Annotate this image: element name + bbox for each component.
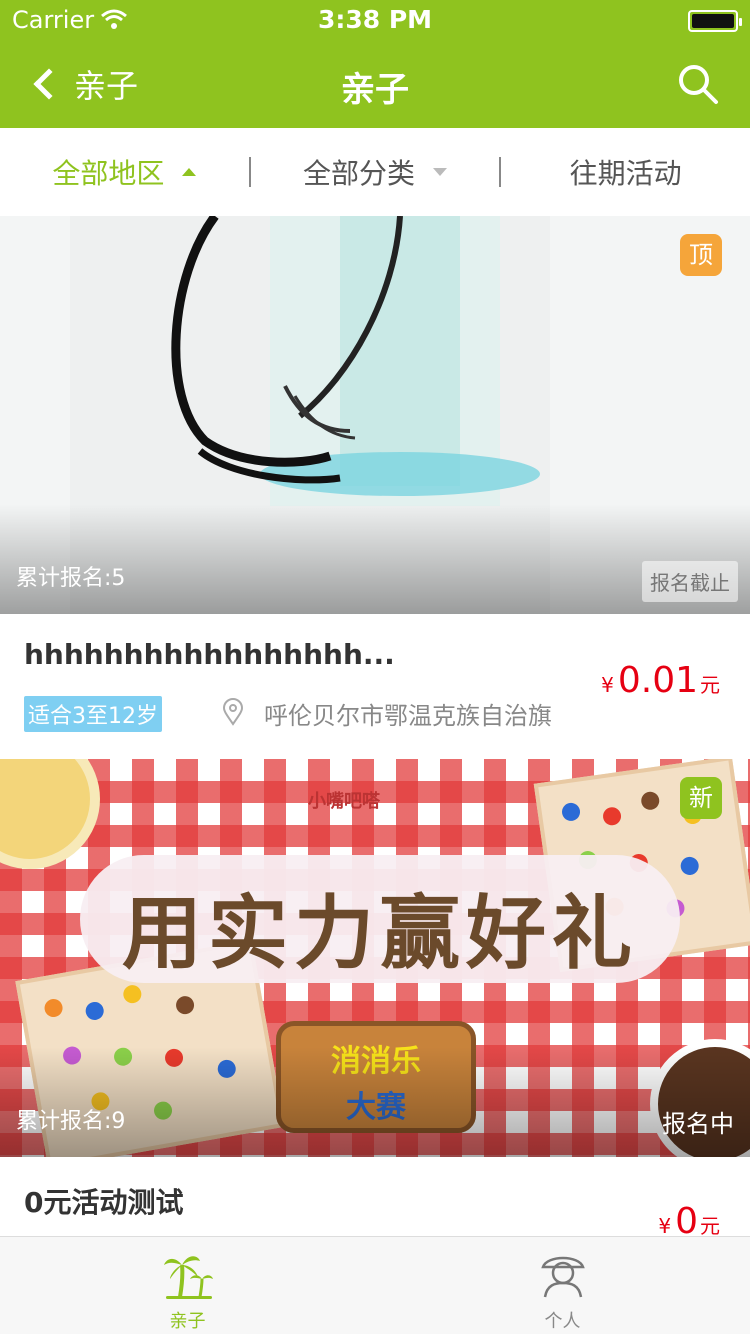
signup-count: 累计报名:9: [16, 1109, 126, 1134]
age-tag: 适合3至12岁: [24, 696, 162, 732]
image-headline: 用实力赢好礼: [122, 887, 638, 980]
brand-logo: 小嘴吧嗒: [308, 791, 380, 812]
filter-region-label: 全部地区: [52, 157, 165, 190]
tab-label: 个人: [544, 1311, 581, 1332]
tab-bar: 亲子 个人: [0, 1236, 750, 1334]
activity-card-image[interactable]: 小嘴吧嗒 用实力赢好礼 消消乐 大赛 新 累计报名:9 报名中: [0, 759, 750, 1157]
filter-past-events[interactable]: 往期活动: [501, 128, 750, 216]
filter-category[interactable]: 全部分类: [251, 128, 500, 216]
price-currency: ¥: [658, 1214, 672, 1238]
nav-bar: 亲子 亲子: [0, 40, 750, 128]
price-unit: 元: [700, 1214, 720, 1238]
tab-parent-child[interactable]: 亲子: [0, 1237, 375, 1334]
activity-card-image[interactable]: 顶 累计报名:5 报名截止: [0, 216, 750, 614]
status-time: 3:38 PM: [317, 5, 433, 34]
activity-card-info[interactable]: 0元活动测试 ¥ 0 元: [0, 1157, 750, 1242]
battery-icon: [688, 10, 742, 32]
filter-past-events-label: 往期活动: [569, 157, 682, 190]
activity-card-info[interactable]: hhhhhhhhhhhhhhhhh... 适合3至12岁 呼伦贝尔市鄂温克族自治…: [0, 614, 750, 759]
image-shade: [0, 504, 750, 614]
tab-label: 亲子: [169, 1311, 206, 1332]
page-title: 亲子: [341, 70, 409, 110]
price-currency: ¥: [601, 673, 614, 697]
triangle-down-icon: [433, 168, 448, 176]
triangle-up-icon: [182, 168, 197, 176]
filter-bar: 全部地区 全部分类 往期活动: [0, 128, 750, 216]
search-icon: [679, 65, 718, 104]
price-amount: 0.01: [617, 660, 698, 701]
status-badge: 报名截止: [642, 561, 738, 602]
signup-count: 累计报名:5: [16, 566, 126, 591]
image-shade: [0, 1047, 750, 1157]
activity-price: ¥ 0.01 元: [601, 660, 720, 701]
location-pin-icon: [222, 698, 244, 730]
filter-category-label: 全部分类: [303, 157, 416, 190]
price-unit: 元: [700, 673, 720, 697]
activity-title: hhhhhhhhhhhhhhhhh...: [24, 638, 395, 671]
top-badge: 顶: [680, 234, 722, 276]
activity-title: 0元活动测试: [24, 1186, 184, 1219]
status-badge: 报名中: [662, 1110, 734, 1138]
person-icon: [539, 1251, 587, 1303]
status-bar: Carrier 3:38 PM: [0, 0, 750, 40]
search-button[interactable]: [676, 62, 720, 106]
new-badge: 新: [680, 777, 722, 819]
filter-region[interactable]: 全部地区: [0, 128, 249, 216]
activity-location: 呼伦贝尔市鄂温克族自治旗: [264, 702, 552, 730]
palm-tree-icon: [162, 1251, 214, 1303]
tab-personal[interactable]: 个人: [375, 1237, 750, 1334]
